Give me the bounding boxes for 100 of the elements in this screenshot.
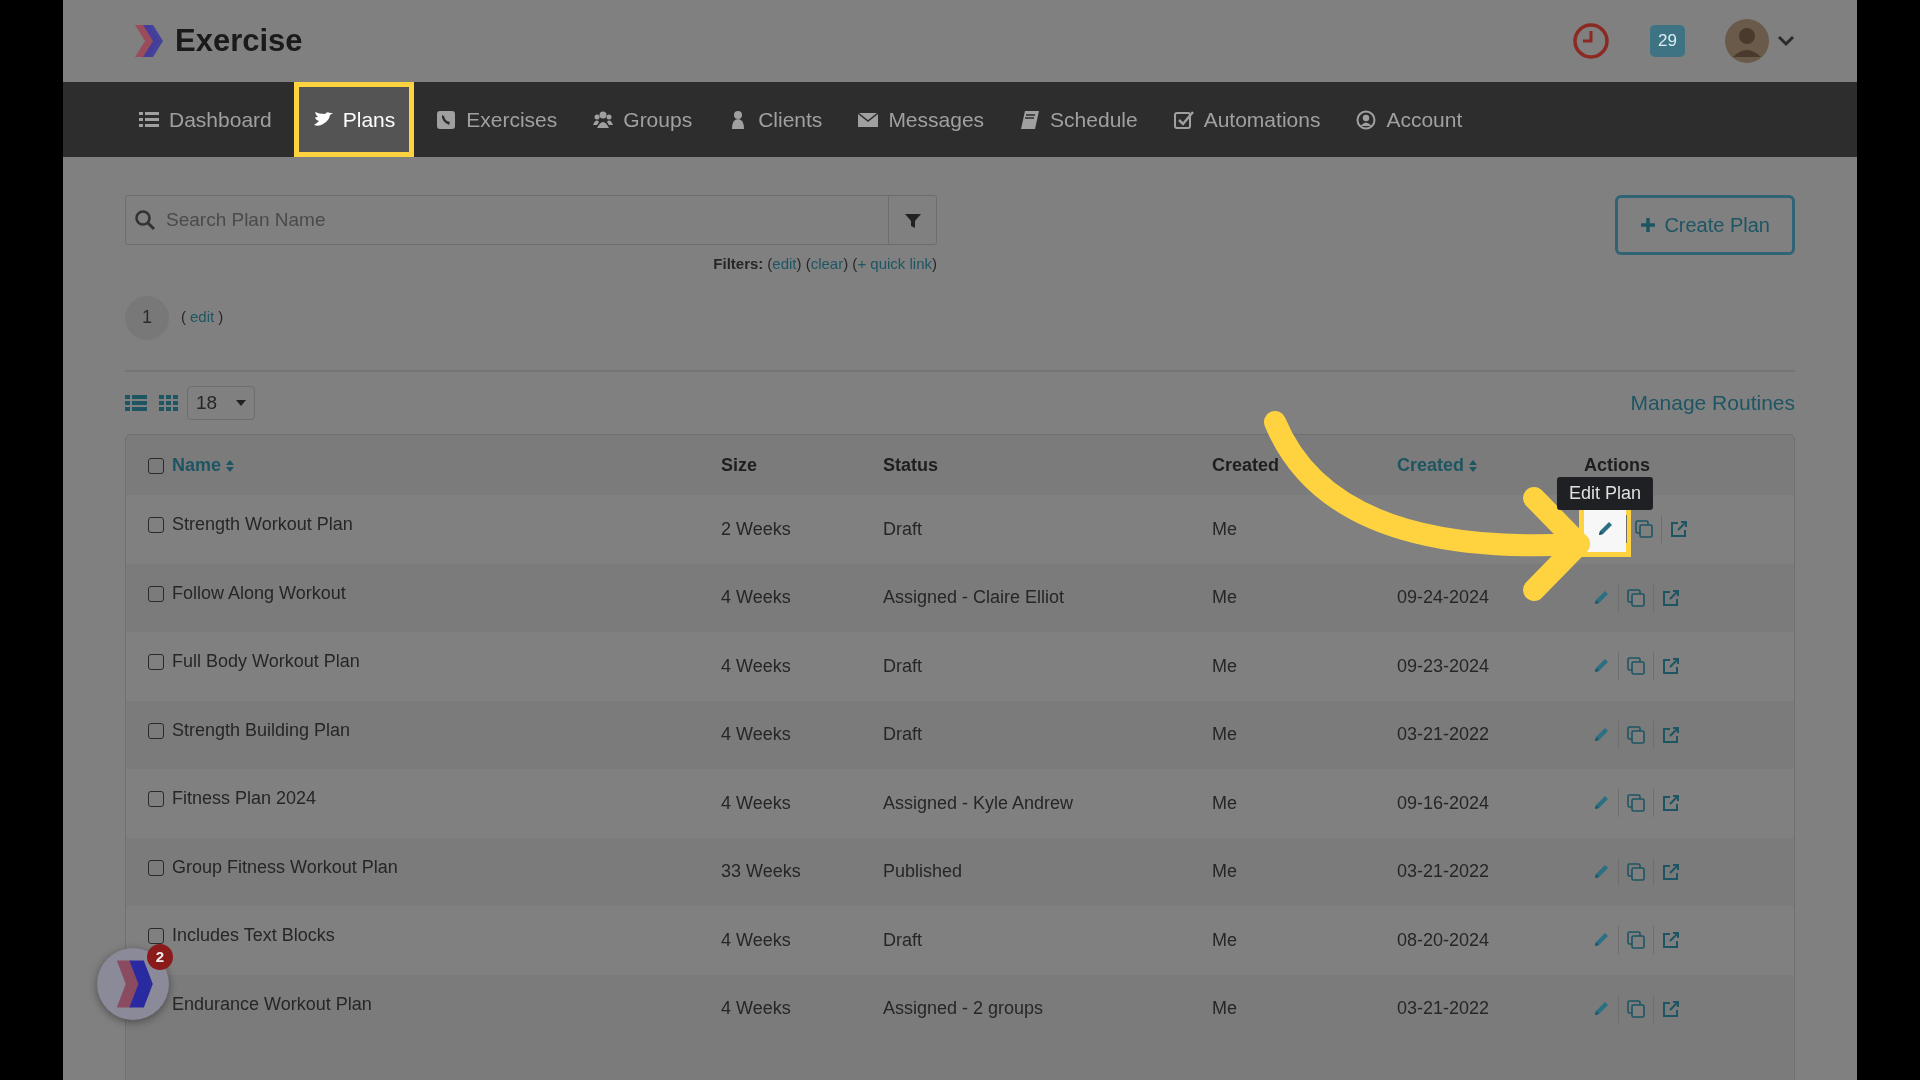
external-link-icon [1662,588,1680,607]
select-all-checkbox[interactable] [148,457,164,474]
nav-tab[interactable]: Automations [1159,82,1335,157]
checkbox[interactable] [148,859,164,876]
plan-size: 4 Weeks [721,929,791,950]
checkbox[interactable] [148,654,164,671]
plan-size: 2 Weeks [721,518,791,539]
pencil-icon [1592,862,1610,881]
per-page-select[interactable]: 18 [187,385,255,420]
parenthesis: ) ( [843,255,858,272]
funnel-icon [903,211,922,230]
external-link-icon [1662,999,1680,1018]
copy-icon [1627,862,1645,881]
checkbox[interactable] [148,517,164,534]
checkbox[interactable] [148,928,164,945]
plan-status: Draft [883,518,922,539]
created-by: Me [1212,861,1237,882]
created-date: 03-21-2022 [1397,724,1490,745]
list-view-icon[interactable] [125,393,147,412]
created-date: 09-23-2024 [1397,655,1490,676]
copy-icon [1627,794,1645,813]
plan-size: 4 Weeks [721,792,791,813]
nav-tab[interactable]: Exercises [422,82,572,157]
column-header: Actions [1584,454,1650,475]
plan-name: Endurance Workout Plan [172,993,372,1014]
pencil-icon [1592,588,1610,607]
plan-status: Draft [883,724,922,745]
sort-icon[interactable] [225,458,236,473]
checkbox-icon [1173,109,1194,130]
copy-icon [1627,931,1645,950]
copy-icon [1627,657,1645,676]
book-icon [1020,109,1041,130]
checkbox[interactable] [148,722,164,739]
created-by: Me [1212,587,1237,608]
created-by: Me [1212,929,1237,950]
created-by: Me [1212,998,1237,1019]
plan-name: Full Body Workout Plan [172,651,360,671]
plan-size: 4 Weeks [721,724,791,745]
nav-tab[interactable]: Messages [844,82,999,157]
plan-name: Follow Along Workout [172,582,346,603]
created-date: 08-20-2024 [1397,929,1490,950]
nav-tab[interactable]: Clients [714,82,837,157]
created-date: 03-21-2022 [1397,998,1490,1019]
filters-label: Filters: [713,255,764,272]
phone-icon [436,109,457,130]
caret-icon[interactable] [1777,35,1795,47]
created-date: 09-24-2024 [1397,587,1490,608]
created-by: Me [1212,518,1237,539]
created-date: 09-16-2024 [1397,792,1490,813]
plan-size: 4 Weeks [721,655,791,676]
parenthesis: ) [218,308,224,326]
parenthesis: ( [181,308,186,326]
parenthesis: ( [767,255,773,272]
column-header: Status [883,454,938,475]
search-icon [134,209,156,231]
checkbox[interactable] [148,585,164,602]
clock-icon[interactable] [1572,22,1611,60]
nav-tab[interactable]: Dashboard [125,82,286,157]
pencil-icon [1592,725,1610,744]
external-link-icon [1670,520,1688,539]
pencil-icon [1592,999,1610,1018]
users-icon [593,109,614,130]
external-link-icon [1662,794,1680,813]
user-circle-icon [1356,109,1377,130]
avatar[interactable] [1725,19,1769,63]
plan-status: Draft [883,929,922,950]
plan-status: Assigned - 2 groups [883,998,1044,1019]
external-link-icon [1662,931,1680,950]
plan-status: Draft [883,655,922,676]
grid-view-icon[interactable] [159,393,179,412]
external-link-icon [1662,657,1680,676]
copy-icon [1635,520,1653,539]
nav-tab[interactable]: Groups [579,82,707,157]
external-link-icon [1662,862,1680,881]
plan-name: Strength Workout Plan [172,514,353,534]
plan-size: 4 Weeks [721,998,791,1019]
sort-icon[interactable] [1468,458,1479,473]
copy-icon [1627,999,1645,1018]
plan-status: Assigned - Claire Elliot [883,587,1065,608]
column-header: Created [1212,454,1280,475]
list-icon [139,109,159,130]
caret-icon [236,399,246,406]
created-by: Me [1212,724,1237,745]
checkbox[interactable] [148,791,164,808]
notification-count[interactable]: 29 [1650,25,1685,57]
nav-tab[interactable]: Plans [293,82,415,157]
plus-icon [1640,217,1657,233]
plan-name: Strength Building Plan [172,719,351,740]
plan-name: Fitness Plan 2024 [172,788,317,808]
nav-tab[interactable]: Account [1342,82,1477,157]
parenthesis: ) [932,255,937,272]
nav-tab[interactable]: Schedule [1006,82,1152,157]
column-header: Size [721,454,758,475]
page-number: 1 [125,295,169,340]
app-name: Exercise [175,21,303,60]
parenthesis: ) ( [796,255,811,272]
plan-name: Group Fitness Workout Plan [172,856,398,877]
external-link-icon [1662,725,1680,744]
created-by: Me [1212,792,1237,813]
copy-icon [1627,588,1645,607]
